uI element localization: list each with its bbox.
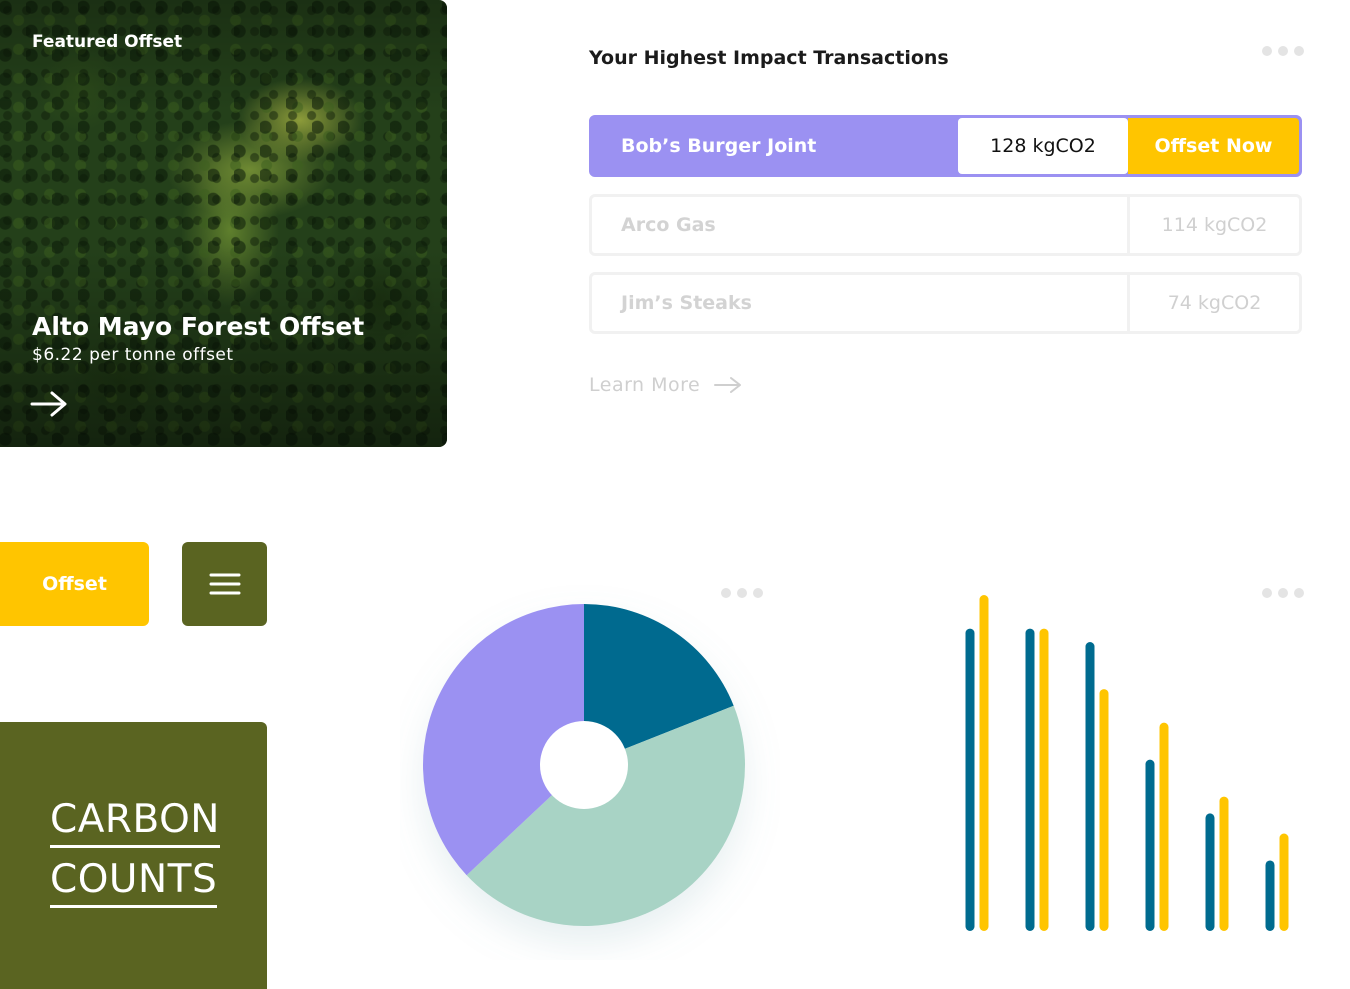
transaction-row[interactable]: Arco Gas 114 kgCO2	[589, 194, 1302, 256]
donut-hole	[540, 721, 628, 809]
bar-3-series-0	[1145, 759, 1155, 931]
bar-2-series-0	[1085, 642, 1095, 931]
transaction-name: Arco Gas	[621, 214, 716, 236]
offset-now-button[interactable]: Offset Now	[1128, 118, 1299, 174]
hamburger-icon	[209, 573, 240, 595]
bar-3-series-1	[1159, 722, 1169, 931]
featured-title: Alto Mayo Forest Offset	[32, 312, 365, 341]
transaction-amount: 114 kgCO2	[1127, 197, 1299, 253]
transaction-name: Bob’s Burger Joint	[621, 135, 817, 157]
transaction-row[interactable]: Jim’s Steaks 74 kgCO2	[589, 272, 1302, 334]
bar-5-series-1	[1279, 833, 1289, 931]
bar-5-series-0	[1265, 860, 1275, 931]
learn-more-link[interactable]: Learn More	[589, 374, 742, 396]
bar-0-series-0	[965, 628, 975, 931]
bar-1-series-1	[1039, 628, 1049, 931]
transactions-title: Your Highest Impact Transactions	[589, 47, 949, 69]
bar-4-series-0	[1205, 813, 1215, 931]
transaction-row-active[interactable]: Bob’s Burger Joint 128 kgCO2 Offset Now	[589, 115, 1302, 177]
featured-offset-card[interactable]: Featured Offset Alto Mayo Forest Offset …	[0, 0, 447, 447]
transaction-name: Jim’s Steaks	[621, 292, 752, 314]
arrow-right-icon	[714, 377, 742, 393]
bar-1-series-0	[1025, 628, 1035, 931]
featured-label: Featured Offset	[32, 32, 183, 52]
menu-button[interactable]	[182, 542, 267, 626]
bar-4-series-1	[1219, 796, 1229, 931]
carbon-counts-line2: COUNTS	[50, 857, 218, 908]
bar-0-series-1	[979, 595, 989, 931]
donut-chart	[423, 604, 745, 926]
bar-chart	[965, 595, 1289, 931]
featured-price: $6.22 per tonne offset	[32, 345, 234, 365]
carbon-counts-line1: CARBON	[50, 797, 220, 848]
more-options-icon[interactable]	[1262, 46, 1304, 56]
transaction-amount: 74 kgCO2	[1127, 275, 1299, 331]
learn-more-label: Learn More	[589, 374, 701, 396]
arrow-right-icon[interactable]	[30, 390, 68, 418]
carbon-counts-tile: CARBON COUNTS	[0, 722, 267, 989]
bar-2-series-1	[1099, 689, 1109, 931]
transaction-amount: 128 kgCO2	[958, 118, 1128, 174]
offset-button[interactable]: Offset	[0, 542, 149, 626]
